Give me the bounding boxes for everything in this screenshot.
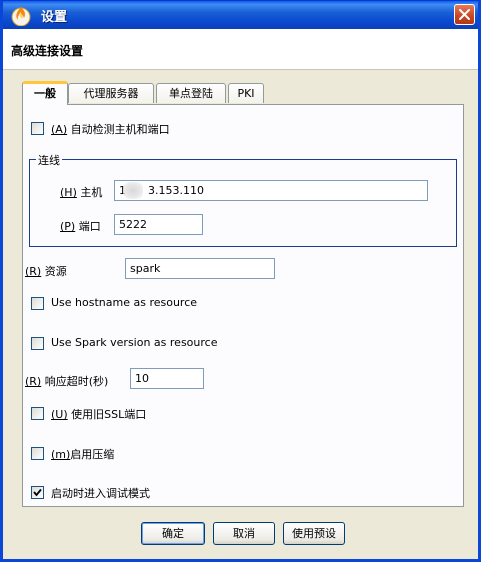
auto-detect-text: 自动检测主机和端口 [70, 123, 170, 136]
old-ssl-checkbox[interactable] [31, 407, 44, 420]
resource-mnemonic: (R) [25, 265, 42, 278]
host-label: (H) 主机 [60, 184, 102, 200]
timeout-input[interactable]: 10 [130, 368, 204, 389]
resource-label: (R) 资源 [25, 263, 67, 279]
timeout-label: (R) 响应超时(秒) [25, 373, 108, 389]
cancel-button[interactable]: 取消 [213, 522, 275, 545]
host-mnemonic: (H) [60, 186, 77, 199]
port-input[interactable]: 5222 [114, 214, 203, 235]
window-title: 设置 [41, 10, 68, 25]
host-input[interactable]: 13.153.110 [114, 180, 428, 201]
resource-input[interactable]: spark [125, 258, 275, 279]
tab-sso[interactable]: 单点登陆 [156, 83, 226, 103]
debug-mode-label[interactable]: 启动时进入调试模式 [51, 485, 150, 501]
old-ssl-label[interactable]: (U) 使用旧SSL端口 [51, 406, 146, 422]
tab-pki[interactable]: PKI [228, 83, 264, 103]
page-title: 高级连接设置 [11, 44, 84, 58]
compression-text: 启用压缩 [70, 448, 115, 461]
compression-mnemonic: (m) [51, 448, 71, 461]
compression-checkbox[interactable] [31, 447, 44, 460]
header-panel: 高级连接设置 [3, 29, 478, 70]
auto-detect-checkbox[interactable] [31, 122, 44, 135]
close-icon [459, 9, 470, 20]
settings-window: 设置 高级连接设置 一般 代理服务器 单点登陆 PKI (A) 自动检测主机和端… [0, 0, 481, 562]
use-defaults-button[interactable]: 使用预设 [283, 522, 345, 545]
close-button[interactable] [454, 4, 475, 25]
resource-text: 资源 [44, 265, 67, 278]
general-tab-panel: (A) 自动检测主机和端口 连线 (H) 主机 13.153.110 (P) 端… [22, 104, 464, 507]
old-ssl-mnemonic: (U) [51, 408, 68, 421]
ok-button[interactable]: 确定 [141, 522, 205, 545]
host-text: 主机 [80, 186, 103, 199]
title-bar[interactable]: 设置 [3, 1, 478, 29]
auto-detect-mnemonic: (A) [51, 123, 68, 136]
connection-legend: 连线 [36, 152, 62, 168]
port-text: 端口 [78, 220, 101, 233]
checkmark-icon [33, 488, 42, 497]
compression-label[interactable]: (m)启用压缩 [51, 446, 114, 462]
use-hostname-label[interactable]: Use hostname as resource [51, 296, 197, 309]
old-ssl-text: 使用旧SSL端口 [71, 408, 147, 421]
port-mnemonic: (P) [60, 220, 76, 233]
use-hostname-checkbox[interactable] [31, 297, 44, 310]
tab-proxy[interactable]: 代理服务器 [68, 83, 154, 103]
tab-general[interactable]: 一般 [22, 81, 68, 105]
redaction-blur [123, 182, 143, 199]
timeout-mnemonic: (R) [25, 375, 42, 388]
use-spark-version-checkbox[interactable] [31, 337, 44, 350]
timeout-text: 响应超时(秒) [44, 375, 109, 388]
debug-mode-checkbox[interactable] [31, 486, 44, 499]
port-label: (P) 端口 [60, 218, 101, 234]
auto-detect-label[interactable]: (A) 自动检测主机和端口 [51, 121, 170, 137]
connection-group: 连线 (H) 主机 13.153.110 (P) 端口 5222 [29, 152, 457, 247]
spark-flame-icon [9, 4, 33, 27]
use-spark-version-label[interactable]: Use Spark version as resource [51, 336, 217, 349]
host-value-suffix: 3.153.110 [148, 184, 204, 197]
